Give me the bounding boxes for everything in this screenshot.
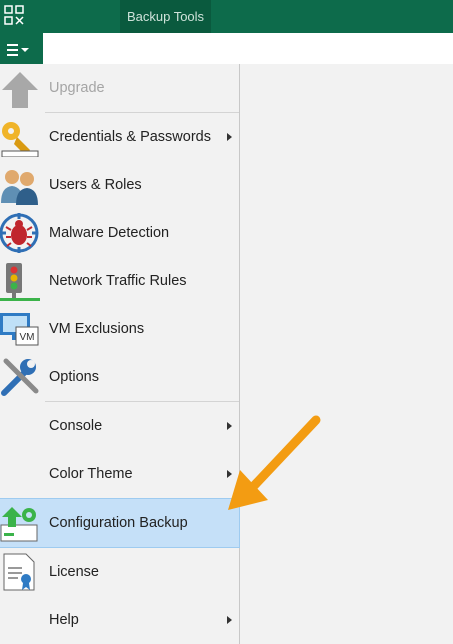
menu-item-network-traffic-rules[interactable]: Network Traffic Rules bbox=[0, 257, 239, 305]
license-certificate-icon bbox=[3, 553, 35, 591]
main-menu-button[interactable] bbox=[0, 33, 43, 64]
vm-monitor-icon: VM bbox=[0, 313, 39, 346]
menu-item-vm-exclusions[interactable]: VM VM Exclusions bbox=[0, 305, 239, 353]
config-backup-icon bbox=[0, 507, 38, 542]
key-icon bbox=[1, 122, 39, 157]
upgrade-arrow-icon bbox=[2, 72, 38, 108]
menu-item-upgrade[interactable]: Upgrade bbox=[0, 64, 239, 112]
menu-item-console[interactable]: Console bbox=[0, 402, 239, 450]
menu-item-label: Users & Roles bbox=[49, 177, 142, 193]
submenu-arrow-icon bbox=[227, 616, 232, 624]
app-logo-icon bbox=[4, 5, 24, 25]
malware-bug-icon bbox=[0, 213, 39, 253]
menu-item-label: VM Exclusions bbox=[49, 321, 145, 337]
menu-item-license[interactable]: License bbox=[0, 548, 239, 596]
submenu-arrow-icon bbox=[227, 133, 232, 141]
main-menu-dropdown: Upgrade Credentials & Passwords Users & … bbox=[0, 64, 240, 644]
annotation-arrow-icon bbox=[228, 415, 321, 510]
menu-item-label: Configuration Backup bbox=[49, 515, 188, 531]
menu-item-credentials-passwords[interactable]: Credentials & Passwords bbox=[0, 113, 239, 161]
caret-down-icon bbox=[21, 48, 29, 52]
menu-item-label: Network Traffic Rules bbox=[49, 273, 187, 289]
tab-backup-tools[interactable]: Backup Tools bbox=[120, 0, 211, 33]
menu-item-label: License bbox=[49, 564, 99, 580]
content-area bbox=[240, 64, 453, 644]
menu-item-color-theme[interactable]: Color Theme bbox=[0, 450, 239, 498]
users-icon bbox=[1, 170, 38, 205]
menu-item-malware-detection[interactable]: Malware Detection bbox=[0, 209, 239, 257]
title-bar: Backup Tools bbox=[0, 0, 453, 33]
menu-item-label: Color Theme bbox=[49, 466, 133, 482]
menu-item-label: Console bbox=[49, 418, 103, 434]
menu-item-label: Upgrade bbox=[49, 80, 105, 96]
ribbon-toolbar bbox=[0, 33, 453, 65]
menu-item-users-roles[interactable]: Users & Roles bbox=[0, 161, 239, 209]
menu-item-label: Options bbox=[49, 369, 99, 385]
menu-item-label: Credentials & Passwords bbox=[49, 129, 211, 145]
menu-item-configuration-backup[interactable]: Configuration Backup bbox=[0, 498, 240, 548]
svg-text:VM: VM bbox=[20, 332, 35, 343]
tools-icon bbox=[1, 358, 39, 396]
menu-item-options[interactable]: Options bbox=[0, 353, 239, 401]
menu-item-help[interactable]: Help bbox=[0, 596, 239, 644]
traffic-light-icon bbox=[0, 263, 40, 301]
menu-item-label: Malware Detection bbox=[49, 225, 170, 241]
hamburger-icon bbox=[7, 44, 18, 59]
menu-item-label: Help bbox=[49, 612, 79, 628]
